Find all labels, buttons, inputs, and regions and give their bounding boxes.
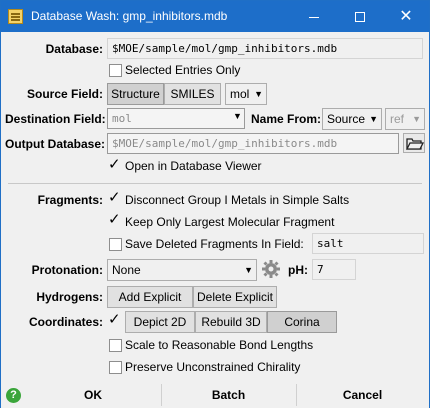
cancel-button[interactable]: Cancel bbox=[296, 384, 428, 406]
smiles-button[interactable]: SMILES bbox=[164, 83, 221, 105]
minimize-button[interactable] bbox=[291, 1, 337, 32]
database-wash-window: Database Wash: gmp_inhibitors.mdb ✕ Data… bbox=[0, 0, 430, 408]
open-in-viewer-label: Open in Database Viewer bbox=[125, 159, 262, 173]
name-from-combo[interactable]: Source ▼ bbox=[322, 108, 382, 130]
keep-largest-label: Keep Only Largest Molecular Fragment bbox=[125, 215, 335, 229]
protonation-value: None bbox=[112, 263, 141, 277]
title-bar: Database Wash: gmp_inhibitors.mdb ✕ bbox=[1, 1, 429, 32]
ph-label: pH: bbox=[288, 263, 308, 277]
disconnect-metals-label: Disconnect Group I Metals in Simple Salt… bbox=[125, 193, 350, 207]
structure-button[interactable]: Structure bbox=[107, 83, 164, 105]
save-deleted-checkbox[interactable] bbox=[109, 238, 122, 251]
gear-button[interactable] bbox=[261, 259, 281, 279]
hydrogens-label: Hydrogens: bbox=[36, 290, 103, 304]
close-button[interactable]: ✕ bbox=[383, 1, 429, 32]
source-field-label: Source Field: bbox=[26, 87, 103, 101]
database-label: Database: bbox=[45, 42, 103, 56]
folder-icon bbox=[405, 138, 425, 150]
check-icon[interactable]: ✓ bbox=[108, 190, 121, 205]
name-from-value: Source bbox=[327, 112, 366, 126]
output-database-input[interactable]: $MOE/sample/mol/gmp_inhibitors.mdb bbox=[107, 133, 399, 154]
help-icon[interactable]: ? bbox=[6, 388, 21, 403]
name-from-label: Name From: bbox=[251, 112, 322, 126]
corina-button[interactable]: Corina bbox=[267, 311, 337, 333]
close-icon: ✕ bbox=[399, 8, 413, 25]
scale-bond-lengths-label: Scale to Reasonable Bond Lengths bbox=[125, 338, 314, 352]
separator bbox=[8, 183, 422, 184]
minimize-icon bbox=[309, 16, 319, 18]
database-icon bbox=[8, 9, 23, 24]
maximize-icon bbox=[355, 12, 365, 23]
chevron-down-icon: ▼ bbox=[233, 111, 242, 121]
preserve-chirality-label: Preserve Unconstrained Chirality bbox=[125, 360, 301, 374]
gear-icon bbox=[262, 260, 280, 278]
source-field-value: mol bbox=[230, 87, 250, 101]
scale-bond-lengths-checkbox[interactable] bbox=[109, 339, 122, 352]
selected-entries-checkbox[interactable] bbox=[109, 64, 122, 77]
database-field[interactable]: $MOE/sample/mol/gmp_inhibitors.mdb bbox=[107, 38, 423, 59]
footer-bar: ? OK Batch Cancel bbox=[1, 382, 429, 408]
save-deleted-field[interactable]: salt bbox=[312, 233, 424, 254]
chevron-down-icon: ▼ bbox=[412, 114, 421, 124]
check-icon[interactable]: ✓ bbox=[108, 157, 121, 172]
check-icon[interactable]: ✓ bbox=[108, 212, 121, 227]
source-field-combo[interactable]: mol ▼ bbox=[225, 83, 267, 105]
coordinates-label: Coordinates: bbox=[28, 315, 103, 329]
browse-folder-button[interactable] bbox=[403, 133, 425, 153]
chevron-down-icon: ▼ bbox=[369, 114, 378, 124]
save-deleted-label: Save Deleted Fragments In Field: bbox=[125, 237, 304, 251]
ref-combo: ref ▼ bbox=[385, 108, 425, 130]
ref-value: ref bbox=[390, 112, 405, 126]
maximize-button[interactable] bbox=[337, 1, 383, 32]
destination-field-input[interactable]: mol bbox=[107, 108, 245, 129]
ph-field[interactable]: 7 bbox=[312, 259, 356, 280]
preserve-chirality-checkbox[interactable] bbox=[109, 361, 122, 374]
selected-entries-label: Selected Entries Only bbox=[125, 63, 241, 77]
rebuild-3d-button[interactable]: Rebuild 3D bbox=[195, 311, 267, 333]
delete-explicit-button[interactable]: Delete Explicit bbox=[193, 286, 277, 308]
protonation-label: Protonation: bbox=[31, 263, 103, 277]
ok-button[interactable]: OK bbox=[26, 384, 160, 406]
fragments-label: Fragments: bbox=[37, 193, 103, 207]
destination-field-label: Destination Field: bbox=[5, 112, 106, 126]
add-explicit-button[interactable]: Add Explicit bbox=[107, 286, 193, 308]
check-icon[interactable]: ✓ bbox=[108, 312, 121, 327]
output-database-label: Output Database: bbox=[5, 137, 106, 151]
protonation-combo[interactable]: None ▼ bbox=[107, 259, 257, 281]
depict-2d-button[interactable]: Depict 2D bbox=[125, 311, 195, 333]
batch-button[interactable]: Batch bbox=[161, 384, 295, 406]
chevron-down-icon: ▼ bbox=[254, 89, 263, 99]
chevron-down-icon: ▼ bbox=[244, 265, 253, 275]
window-title: Database Wash: gmp_inhibitors.mdb bbox=[31, 9, 228, 23]
